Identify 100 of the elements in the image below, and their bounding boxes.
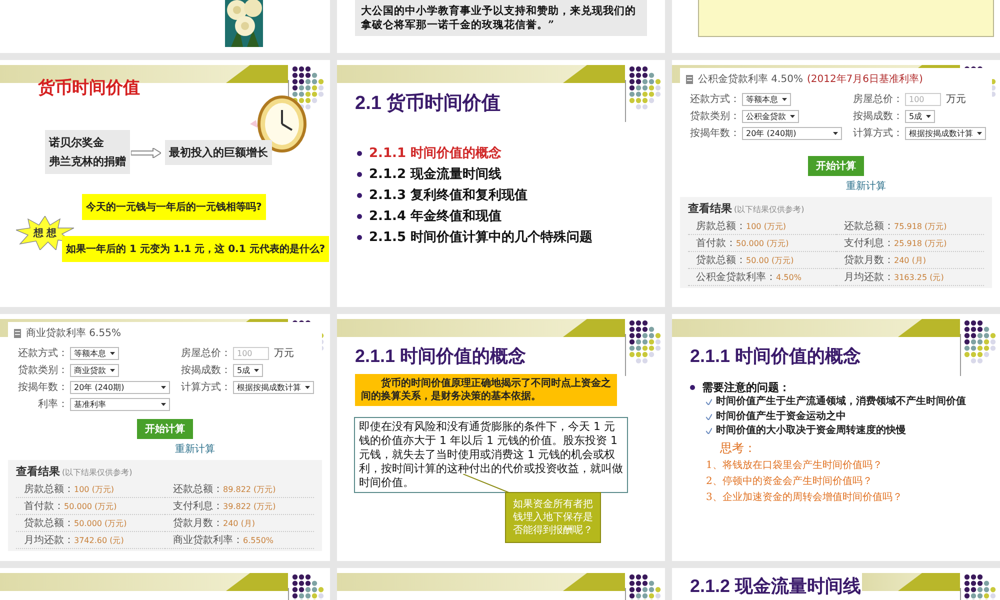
result-item: 支付利息：39.822 (万元) [165, 498, 314, 515]
bullet-item: 2.1.3 复利终值和复利现值 [369, 187, 528, 204]
result-item: 贷款总额：50.00 (万元) [688, 252, 836, 269]
slide-title: 货币时间价值 [38, 77, 140, 99]
field-label: 按揭年数： [689, 126, 740, 140]
bullet-item: 需要注意的问题： [702, 380, 790, 395]
text-box: 最初投入的巨额增长 [165, 140, 272, 165]
reset-link[interactable]: 重新计算 [175, 442, 215, 456]
quote-box: 大公国的中小学教育事业予以支持和赞助，来兑现我们的 拿破仑将军那一诺千金的玫瑰花信誉。” [355, 0, 647, 36]
select-field[interactable]: 根据按揭成数计算 [233, 380, 314, 394]
arrow-icon [131, 148, 161, 158]
select-field[interactable]: 等额本息 [742, 92, 791, 106]
slide-title: 2.1 货币时间价值 [355, 92, 501, 116]
results-title: 查看结果 [688, 201, 732, 216]
caret-icon [110, 368, 115, 372]
result-item: 房款总额：100 (万元) [16, 481, 165, 498]
slide[interactable]: 货币时间价值 诺贝尔奖金 弗兰克林的捐赠 最初投入的巨额增长 今天的一元钱与一年后的一元钱相等吗? 想 想 如果一年后的 1 元变为 1.1 元，这 0.1 元代表的是什么? [0, 60, 330, 307]
bullet-icon [357, 192, 362, 198]
bullet-item: 2.1.5 时间价值计算中的几个特殊问题 [369, 229, 593, 246]
slide[interactable]: 2.1.2 现金流量时间线 [672, 568, 1000, 600]
dots-drawing [292, 66, 324, 110]
bullet-icon [357, 214, 362, 218]
caret-icon [305, 386, 310, 388]
input-field[interactable]: 100 [233, 346, 269, 360]
slide-title: 2.1.2 现金流量时间线 [690, 575, 862, 598]
bullet-icon [690, 385, 695, 390]
caret-icon [161, 402, 166, 406]
field-label: 按揭成数： [852, 110, 903, 123]
bullet-item: 2.1.4 年金终值和现值 [369, 208, 502, 225]
result-item: 首付款：50.000 (万元) [16, 498, 165, 515]
slide-title: 2.1.1 时间价值的概念 [690, 345, 862, 368]
rate-label: 公积金贷款利率 4.50% [698, 72, 803, 86]
result-item: 贷款月数：240 (月) [165, 515, 314, 532]
leader-line [463, 474, 511, 494]
result-item: 月均还款：3163.25 (元) [836, 269, 984, 286]
document-icon [14, 328, 22, 338]
input-field[interactable]: 100 [905, 92, 941, 106]
question-item: 1、将钱放在口袋里会产生时间价值吗？ [706, 458, 884, 472]
select-field[interactable]: 根据按揭成数计算 [905, 126, 986, 140]
bullet-item: 时间价值的大小取决于资金周转速度的快慢 [716, 424, 906, 438]
select-field[interactable]: 商业贷款 [70, 364, 119, 376]
select-field[interactable]: 5成 [233, 364, 264, 376]
select-field[interactable]: 等额本息 [70, 346, 119, 360]
results-note: (以下结果仅供参考) [62, 467, 132, 478]
slide[interactable] [0, 568, 330, 600]
result-item: 贷款总额：50.000 (万元) [16, 515, 165, 532]
unit-label: 万元 [946, 93, 966, 106]
question-item: 3、企业加速资金的周转会增值时间价值吗？ [706, 490, 904, 504]
result-item: 月均还款：3742.60 (元) [16, 532, 165, 549]
field-label: 贷款类别： [17, 364, 68, 377]
bullet-item: 时间价值产生于资金运动之中 [716, 410, 846, 424]
caret-icon [782, 98, 787, 100]
burst-label: 想 想 [33, 226, 57, 240]
unit-label: 万元 [274, 347, 294, 360]
result-item: 商业贷款利率：6.550% [165, 532, 314, 549]
select-field[interactable]: 20年 (240期) [70, 380, 170, 394]
slide-title: 2.1.1 时间价值的概念 [355, 345, 526, 368]
check-icon [706, 414, 712, 420]
results-title: 查看结果 [16, 464, 60, 479]
check-icon [706, 399, 712, 406]
bullet-icon [357, 234, 362, 240]
select-field[interactable]: 5成 [905, 110, 936, 122]
caret-icon [161, 386, 166, 388]
slide[interactable]: 大公国的中小学教育事业予以支持和赞助，来兑现我们的 拿破仑将军那一诺千金的玫瑰花信誉。” [337, 0, 665, 53]
slide[interactable]: 2.1.1 时间价值的概念 需要注意的问题： 时间价值产生于生产流通领域，消费领域不产生时间价值 时间价值产生于资金运动之中 时间价值的大小取决于资金周转速度的快慢 思考： 1、将钱放在口袋里会产生时间价值吗？ 2、停顿中的资金会产生时间价值吗？ 3、企业加速资金的周转会增值时间价值吗？ [672, 314, 1000, 561]
slide[interactable]: 2.1.1 时间价值的概念 货币的时间价值原理正确地揭示了不同时点上资金之间的换算关系，是财务决策的基本依据。 即使在没有风险和没有通货膨胀的条件下，今天 1 元钱的价值亦大于 1 年以后 1 元钱的价值。股东投资 1 元钱，就失去了当时使用或消费这 1 元钱的机会或权利，按时间计算的这种付出的代价或投资收益，就叫做时间价值。 如果资金所有者把钱埋入地下保存是否能得到报酬呢？ [337, 314, 665, 561]
slide[interactable]: 2.1 货币时间价值 2.1.1 时间价值的概念 2.1.2 现金流量时间线 2.1.3 复利终值和复利现值 2.1.4 年金终值和现值 2.1.5 时间价值计算中的几个特殊问题 [337, 60, 665, 307]
question-item: 2、停顿中的资金会产生时间价值吗？ [706, 474, 874, 488]
bullet-icon [357, 172, 362, 176]
result-item: 贷款月数：240 (月) [836, 252, 984, 269]
line-divider [960, 334, 962, 376]
question-box: 如果一年后的 1 元变为 1.1 元，这 0.1 元代表的是什么? [62, 236, 330, 262]
select-field[interactable]: 20年 (240期) [742, 126, 842, 140]
select-field[interactable]: 基准利率 [70, 398, 170, 410]
caret-icon [110, 352, 115, 354]
field-label: 计算方式： [852, 126, 903, 140]
bullet-item: 2.1.2 现金流量时间线 [369, 166, 502, 183]
bullet-item: 时间价值产生于生产流通领域，消费领域不产生时间价值 [716, 395, 966, 409]
highlight-box: 货币的时间价值原理正确地揭示了不同时点上资金之间的换算关系，是财务决策的基本依据。 [355, 374, 617, 406]
result-item: 还款总额：89.822 (万元) [165, 481, 314, 498]
caret-icon [790, 114, 795, 118]
bullet-icon [357, 150, 362, 156]
slide[interactable] [337, 568, 665, 600]
caret-icon [977, 132, 982, 134]
select-field[interactable]: 公积金贷款 [742, 110, 799, 122]
dots-drawing [964, 320, 996, 364]
slide[interactable] [0, 0, 330, 53]
text-box: 诺贝尔奖金 弗兰克林的捐赠 [45, 130, 130, 174]
field-label: 按揭年数： [17, 380, 68, 394]
line-divider [625, 80, 627, 122]
field-label: 还款方式： [689, 92, 740, 106]
document-icon [686, 74, 694, 84]
rate-label: 商业贷款利率 6.55% [26, 326, 121, 340]
line-divider [625, 334, 627, 376]
dots-drawing [629, 66, 661, 110]
reset-link[interactable]: 重新计算 [846, 179, 886, 193]
field-label: 房屋总价： [852, 92, 903, 106]
result-item: 还款总额：75.918 (万元) [836, 218, 984, 235]
caret-icon [833, 132, 838, 134]
bullet-item: 2.1.1 时间价值的概念 [369, 145, 502, 162]
